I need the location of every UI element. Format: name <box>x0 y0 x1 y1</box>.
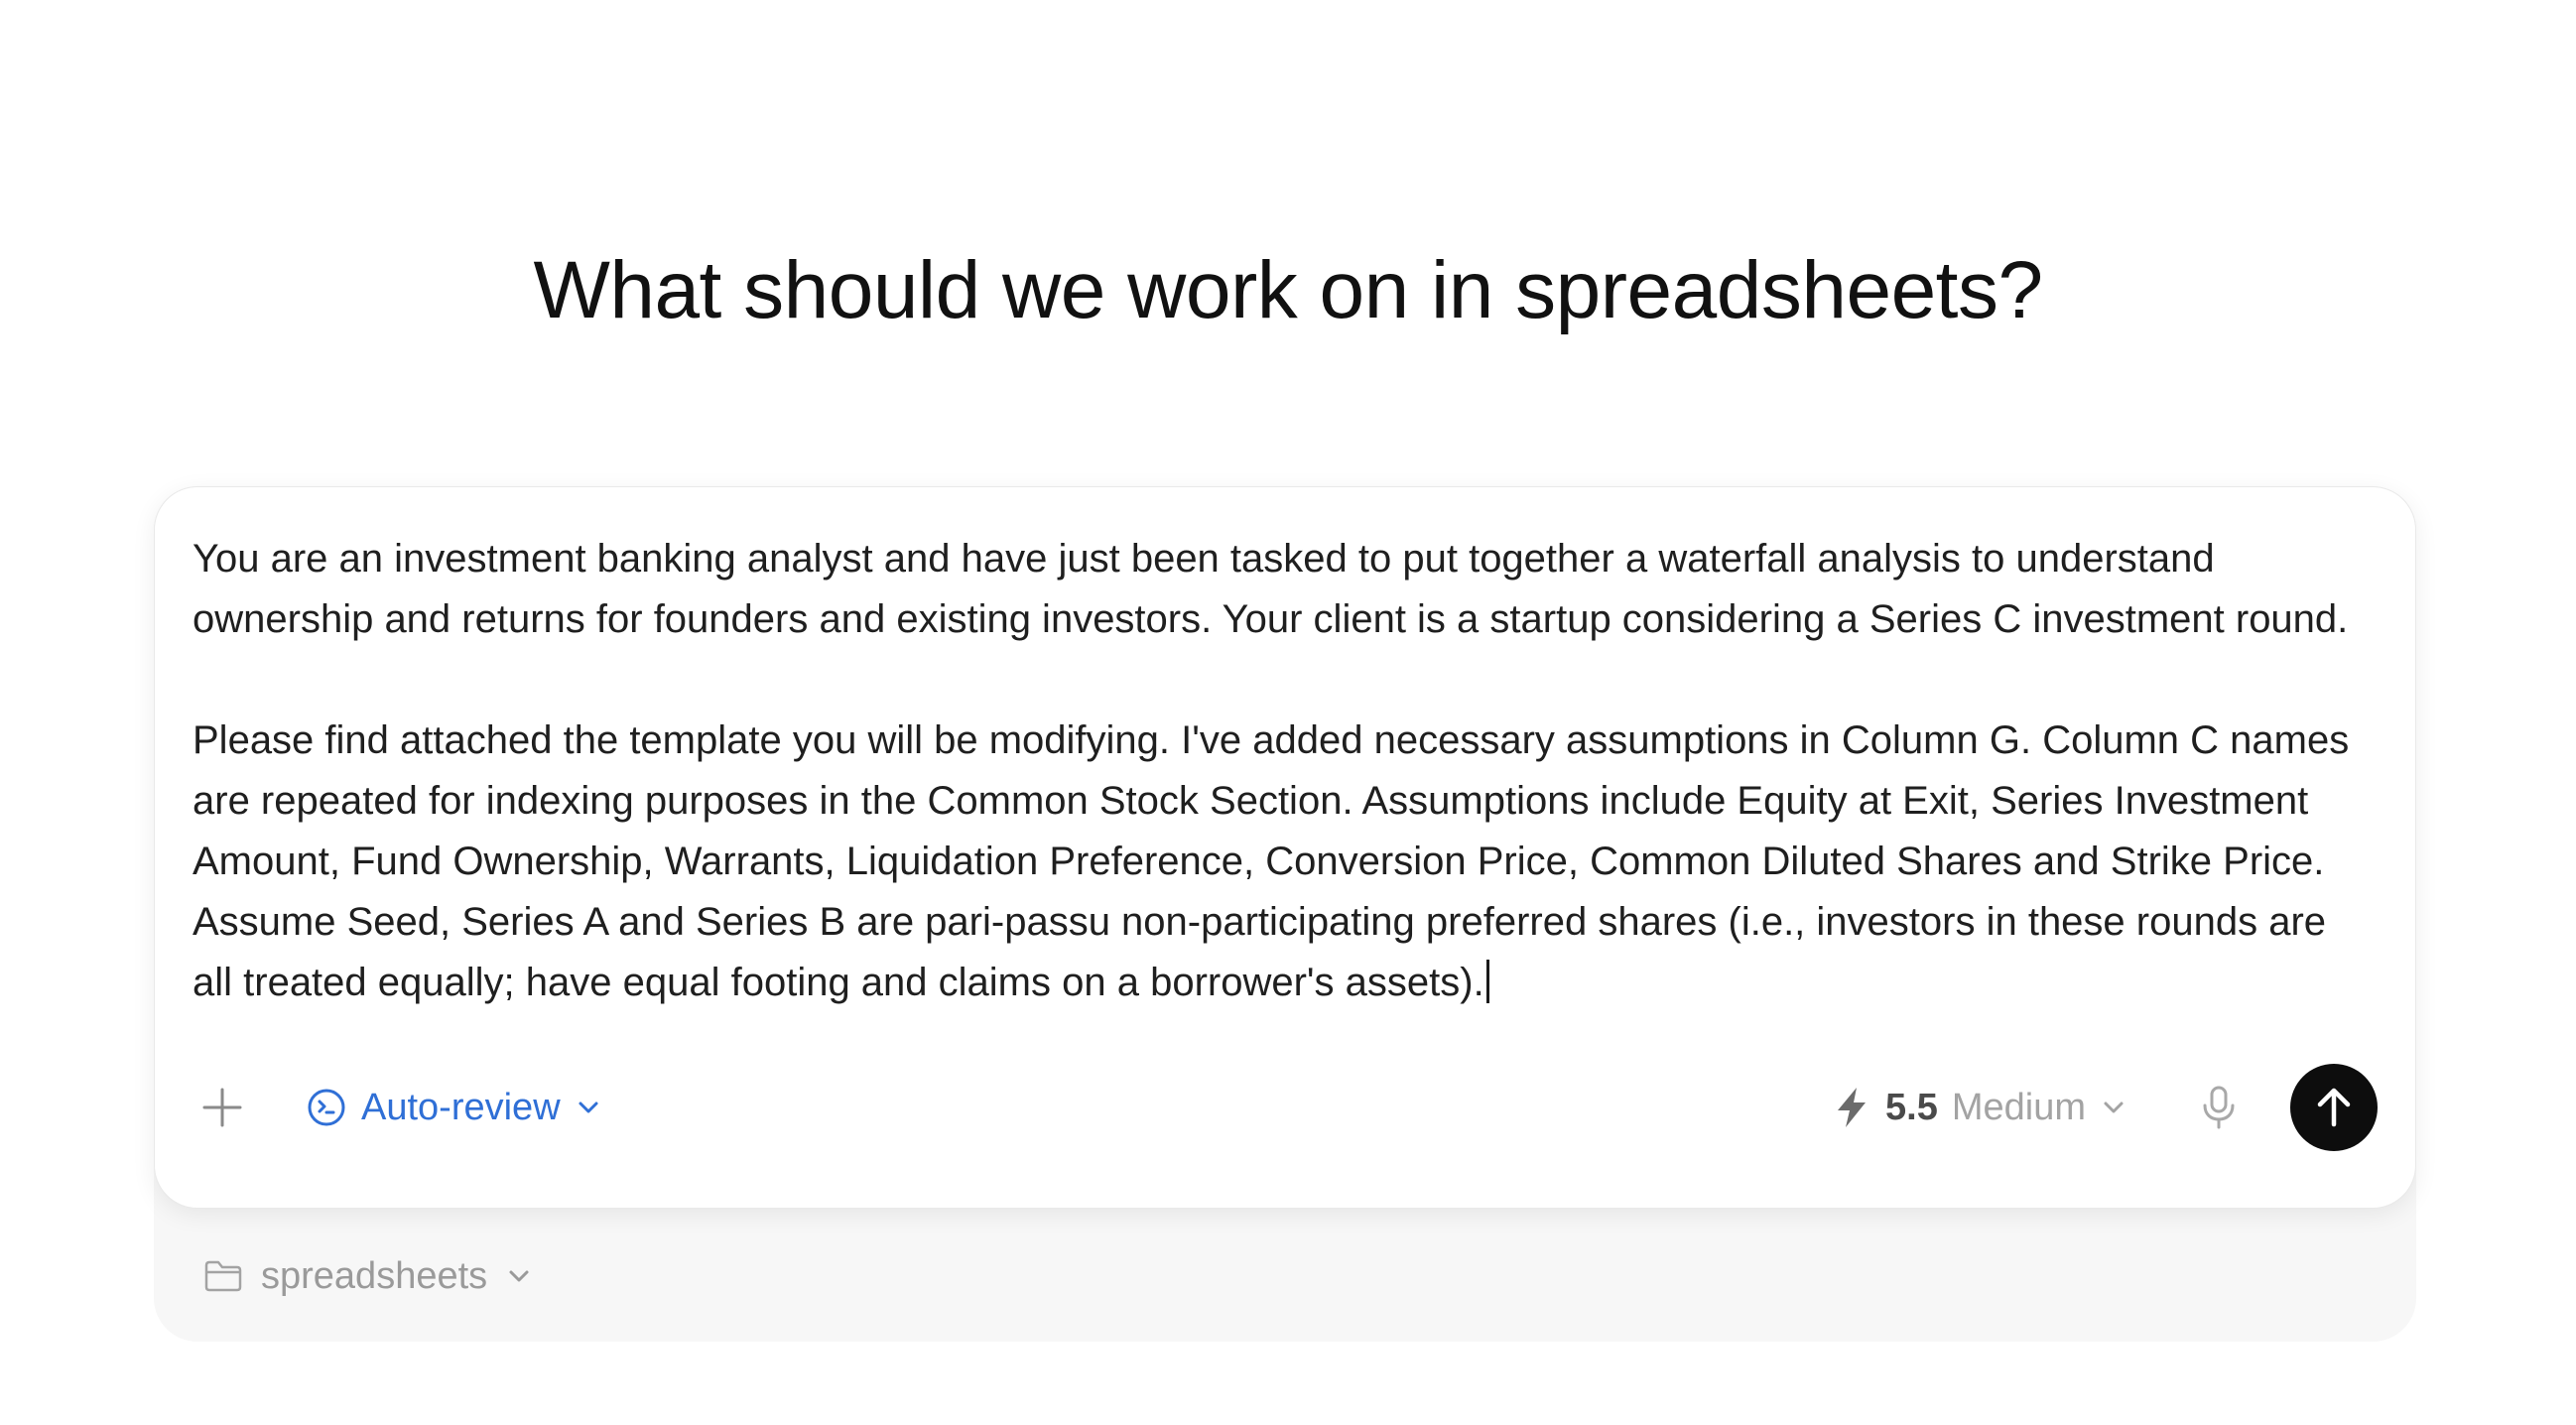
folder-icon <box>204 1260 242 1292</box>
add-attachment-button[interactable] <box>194 1080 250 1135</box>
model-effort: Medium <box>1951 1086 2086 1128</box>
microphone-button[interactable] <box>2191 1080 2247 1135</box>
project-folder-selector[interactable]: spreadsheets <box>203 1246 533 1306</box>
folder-label: spreadsheets <box>261 1254 488 1297</box>
prompt-composer[interactable]: You are an investment banking analyst an… <box>154 486 2416 1209</box>
text-caret <box>1485 960 1489 1003</box>
auto-review-label: Auto-review <box>361 1086 561 1128</box>
model-selector[interactable]: 5.5 Medium <box>1832 1086 2127 1129</box>
chevron-down-icon <box>579 1101 598 1113</box>
composer-right-controls: 5.5 Medium <box>1832 1058 2378 1157</box>
model-version: 5.5 <box>1885 1086 1938 1128</box>
send-button[interactable] <box>2290 1064 2378 1151</box>
lightning-icon <box>1838 1088 1867 1127</box>
microphone-icon <box>2203 1086 2235 1129</box>
prompt-paragraph-2: Please find attached the template you wi… <box>193 711 2376 1013</box>
composer-toolbar: Auto-review 5.5 Medium <box>155 1058 2415 1157</box>
chevron-down-icon <box>2104 1101 2124 1113</box>
auto-review-icon <box>308 1089 345 1126</box>
plus-icon <box>202 1088 242 1127</box>
prompt-paragraph-1: You are an investment banking analyst an… <box>193 537 2349 641</box>
prompt-input[interactable]: You are an investment banking analyst an… <box>193 529 2376 1013</box>
prompt-paragraph-2-text: Please find attached the template you wi… <box>193 718 2350 1004</box>
arrow-up-icon <box>2317 1088 2351 1127</box>
chevron-down-icon <box>509 1270 529 1282</box>
auto-review-dropdown[interactable]: Auto-review <box>306 1078 602 1137</box>
page-title: What should we work on in spreadsheets? <box>533 245 2043 335</box>
